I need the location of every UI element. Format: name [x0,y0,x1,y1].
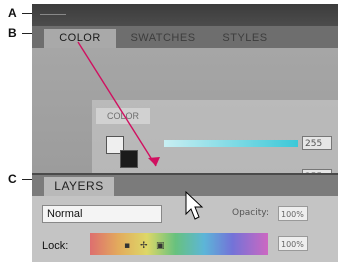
drag-overlay [77,41,204,220]
arrow-cursor-icon [185,190,204,220]
drag-arrowhead [148,157,160,166]
drag-path-line [77,41,157,167]
